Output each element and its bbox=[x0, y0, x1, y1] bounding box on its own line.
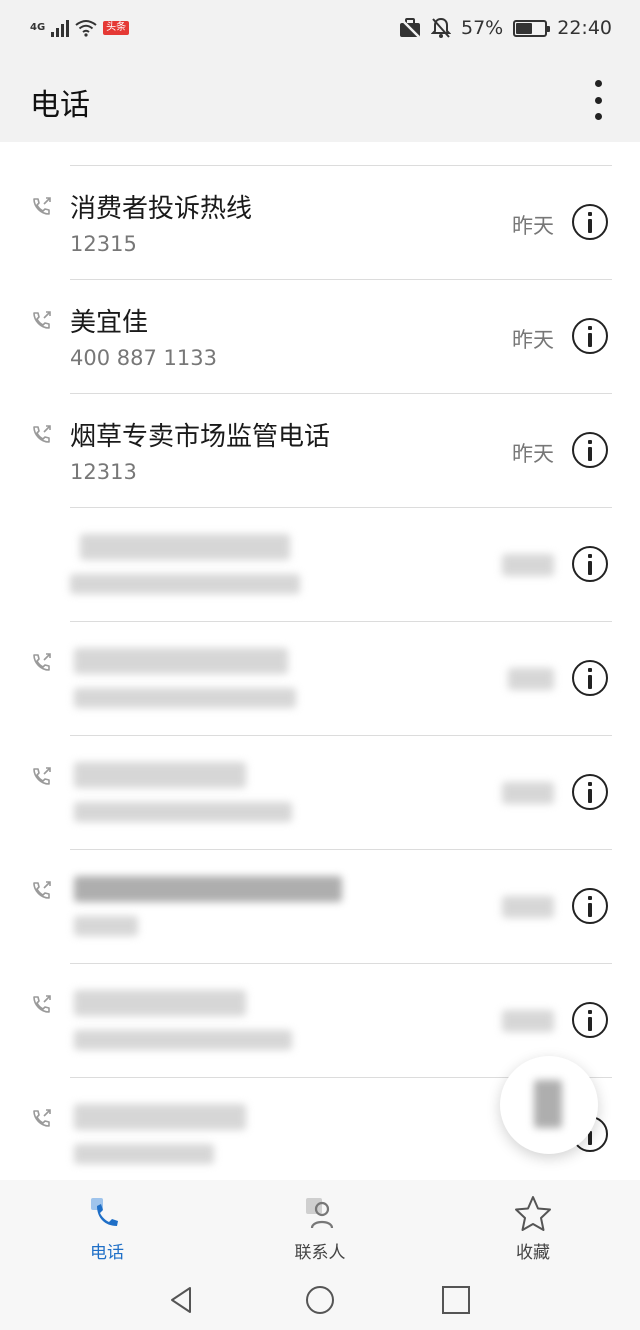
clock: 22:40 bbox=[557, 17, 612, 39]
phone-number: 400 887 1133 bbox=[70, 346, 217, 370]
call-time: 昨天 bbox=[512, 442, 554, 466]
redacted-number bbox=[74, 916, 138, 936]
tab-contacts-label: 联系人 bbox=[294, 1243, 346, 1263]
redacted-name bbox=[74, 762, 246, 788]
redacted-name bbox=[74, 648, 288, 674]
dialpad-fab[interactable] bbox=[500, 1056, 598, 1154]
redacted-call-log-item[interactable] bbox=[33, 736, 612, 850]
dot bbox=[594, 113, 602, 120]
call-log-item[interactable]: 美宜佳 400 887 1133 昨天 bbox=[33, 280, 612, 394]
info-icon bbox=[588, 782, 592, 786]
battery-icon bbox=[513, 19, 551, 37]
call-info-button[interactable] bbox=[572, 774, 608, 810]
home-icon[interactable] bbox=[304, 1284, 336, 1316]
info-icon bbox=[588, 212, 592, 216]
tab-favorites-label: 收藏 bbox=[516, 1243, 550, 1263]
status-left: 4G 头条 bbox=[30, 16, 130, 40]
signal-icon bbox=[51, 19, 70, 37]
star-icon bbox=[515, 1196, 551, 1231]
call-info-button[interactable] bbox=[572, 204, 608, 240]
call-time: 昨天 bbox=[512, 328, 554, 352]
bottom-nav: 电话 联系人 收藏 bbox=[0, 1180, 640, 1270]
redacted-time bbox=[502, 1010, 554, 1032]
redacted-name bbox=[74, 876, 342, 902]
redacted-time bbox=[502, 554, 554, 576]
redacted-time bbox=[508, 668, 554, 690]
call-log-list[interactable]: 消费者投诉热线 12315 昨天 美宜佳 400 887 1133 昨天 烟草专… bbox=[0, 166, 640, 1180]
dot bbox=[594, 80, 602, 87]
redacted-call-log-item[interactable] bbox=[33, 850, 612, 964]
info-icon bbox=[588, 326, 592, 330]
system-nav-bar bbox=[0, 1270, 640, 1330]
contacts-icon bbox=[306, 1198, 334, 1229]
call-info-button[interactable] bbox=[572, 1002, 608, 1038]
incoming-call-icon bbox=[33, 1109, 51, 1127]
network-type: 4G bbox=[30, 22, 46, 33]
contact-name: 烟草专卖市场监管电话 bbox=[70, 422, 331, 452]
page-title: 电话 bbox=[30, 88, 90, 123]
more-options-button[interactable] bbox=[588, 80, 608, 120]
call-info-button[interactable] bbox=[572, 546, 608, 582]
recents-icon[interactable] bbox=[440, 1284, 472, 1316]
info-icon bbox=[588, 896, 592, 900]
phone-icon bbox=[91, 1198, 118, 1226]
redacted-name bbox=[80, 534, 290, 560]
redacted-name bbox=[74, 1104, 246, 1130]
tab-phone-label: 电话 bbox=[90, 1243, 124, 1263]
redacted-time bbox=[502, 896, 554, 918]
app-bar: 电话 bbox=[0, 56, 640, 142]
dot bbox=[594, 96, 602, 104]
call-time: 昨天 bbox=[512, 214, 554, 238]
wifi-icon bbox=[75, 20, 97, 37]
call-info-button[interactable] bbox=[572, 432, 608, 468]
incoming-call-icon bbox=[33, 881, 51, 899]
redacted-number bbox=[74, 688, 296, 708]
contact-name: 美宜佳 bbox=[70, 308, 149, 338]
incoming-call-icon bbox=[33, 995, 51, 1013]
redacted-number bbox=[74, 802, 292, 822]
bell-off-icon bbox=[431, 17, 451, 38]
info-icon bbox=[588, 554, 592, 558]
incoming-call-icon bbox=[33, 767, 51, 785]
contact-name: 消费者投诉热线 bbox=[70, 194, 253, 224]
briefcase-off-icon bbox=[400, 18, 420, 38]
call-log-item[interactable]: 消费者投诉热线 12315 昨天 bbox=[33, 166, 612, 280]
phone-number: 12313 bbox=[70, 460, 137, 484]
call-info-button[interactable] bbox=[572, 888, 608, 924]
redacted-number bbox=[74, 1144, 214, 1164]
status-right: 57% 22:40 bbox=[399, 14, 612, 42]
phone-number: 12315 bbox=[70, 232, 137, 256]
call-info-button[interactable] bbox=[572, 660, 608, 696]
redacted-name bbox=[74, 990, 246, 1016]
battery-fill bbox=[516, 22, 533, 34]
info-icon bbox=[588, 1010, 592, 1014]
incoming-call-icon bbox=[33, 653, 51, 671]
call-info-button[interactable] bbox=[572, 318, 608, 354]
incoming-call-icon bbox=[33, 197, 51, 215]
redacted-time bbox=[502, 782, 554, 804]
back-icon[interactable] bbox=[166, 1284, 198, 1316]
incoming-call-icon bbox=[33, 311, 51, 329]
redacted-call-log-item[interactable] bbox=[70, 508, 612, 622]
call-log-item[interactable]: 烟草专卖市场监管电话 12313 昨天 bbox=[33, 394, 612, 508]
battery-percent: 57% bbox=[461, 17, 504, 39]
dialpad-icon bbox=[534, 1080, 562, 1128]
status-bar: 4G 头条 57% 22:40 bbox=[0, 0, 640, 56]
incoming-call-icon bbox=[33, 425, 51, 443]
redacted-number bbox=[74, 1030, 292, 1050]
info-icon bbox=[588, 440, 592, 444]
tab-phone[interactable]: 电话 bbox=[27, 1180, 187, 1270]
info-icon bbox=[588, 668, 592, 672]
tab-favorites[interactable]: 收藏 bbox=[453, 1180, 613, 1270]
tab-contacts[interactable]: 联系人 bbox=[240, 1180, 400, 1270]
redacted-call-log-item[interactable] bbox=[33, 622, 612, 736]
redacted-number bbox=[70, 574, 300, 594]
news-badge: 头条 bbox=[103, 21, 130, 35]
